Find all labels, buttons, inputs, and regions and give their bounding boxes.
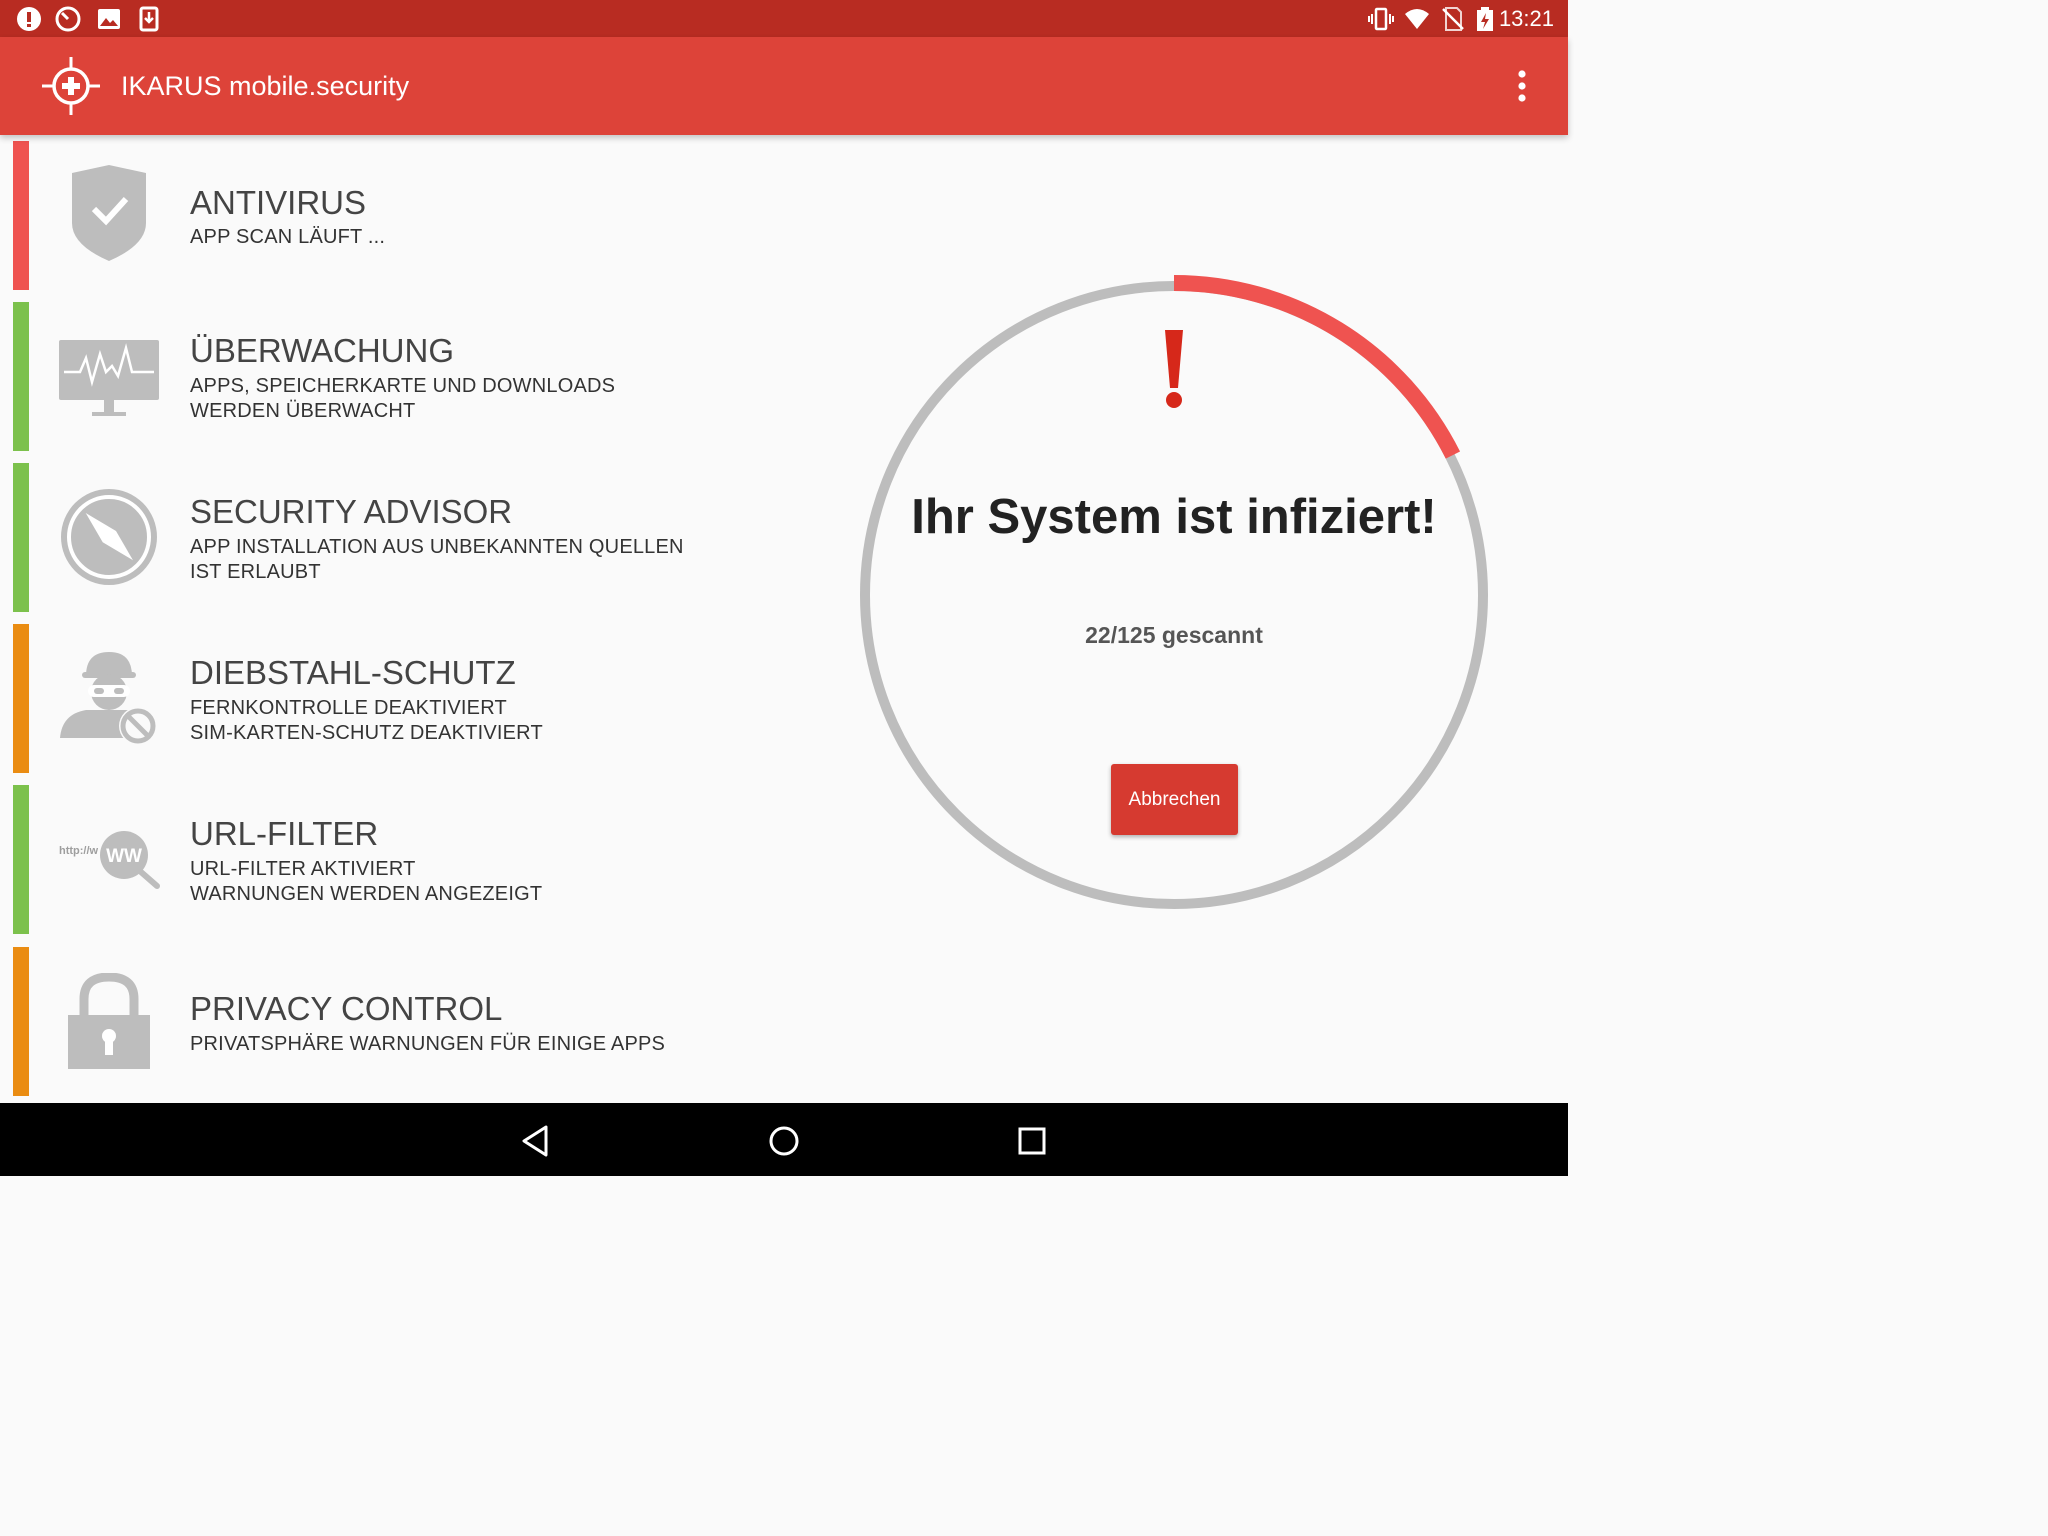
url-bubble-text: WW: [106, 846, 142, 867]
module-title: ANTIVIRUS: [190, 184, 367, 221]
url-search-icon: http://w WW: [59, 831, 160, 889]
padlock-icon: [68, 973, 150, 1069]
module-status-line: WERDEN ÜBERWACHT: [190, 400, 416, 422]
module-title: ÜBERWACHUNG: [190, 332, 455, 369]
module-title: URL-FILTER: [190, 815, 379, 852]
module-status-line: FERNKONTROLLE DEAKTIVIERT: [190, 697, 507, 719]
navigation-bar: [0, 1103, 1568, 1176]
module-privacy-control[interactable]: PRIVACY CONTROL PRIVATSPHÄRE WARNUNGEN F…: [0, 947, 820, 1096]
battery-charging-icon: [1477, 7, 1493, 31]
module-status-line: APPS, SPEICHERKARTE UND DOWNLOADS: [190, 375, 616, 397]
status-bar-indicator: [13, 302, 29, 451]
status-bar-indicator: [13, 785, 29, 934]
image-icon: [98, 9, 120, 29]
module-security-advisor[interactable]: SECURITY ADVISOR APP INSTALLATION AUS UN…: [0, 463, 820, 612]
recents-icon[interactable]: [1010, 1119, 1054, 1163]
ikarus-logo-icon: [42, 57, 100, 115]
shield-check-icon: [72, 165, 146, 261]
alert-icon: [17, 7, 41, 31]
status-bar-indicator: [13, 141, 29, 290]
module-status-line: PRIVATSPHÄRE WARNUNGEN FÜR EINIGE APPS: [190, 1033, 666, 1055]
download-icon: [139, 6, 159, 32]
clock-icon: [55, 6, 81, 32]
app-bar: IKARUS mobile.security: [0, 37, 1568, 135]
module-status-line: APP SCAN LÄUFT ...: [190, 226, 386, 248]
module-status-line: URL-FILTER AKTIVIERT: [190, 858, 416, 880]
module-title: DIEBSTAHL-SCHUTZ: [190, 654, 516, 691]
wifi-icon: [1405, 9, 1429, 29]
module-title: SECURITY ADVISOR: [190, 493, 513, 530]
infection-headline: Ihr System ist infiziert!: [911, 490, 1437, 544]
cancel-button[interactable]: Abbrechen: [1111, 764, 1238, 835]
status-bar-indicator: [13, 947, 29, 1096]
module-status-line: SIM-KARTEN-SCHUTZ DEAKTIVIERT: [190, 722, 543, 744]
no-sim-icon: [1442, 7, 1464, 31]
url-prefix-text: http://w: [59, 845, 99, 857]
module-status-line: APP INSTALLATION AUS UNBEKANNTEN QUELLEN: [190, 536, 684, 558]
module-status-line: IST ERLAUBT: [190, 561, 321, 583]
module-antivirus[interactable]: ANTIVIRUS APP SCAN LÄUFT ...: [0, 141, 820, 290]
monitor-pulse-icon: [59, 340, 159, 416]
module-diebstahl-schutz[interactable]: DIEBSTAHL-SCHUTZ FERNKONTROLLE DEAKTIVIE…: [0, 624, 820, 773]
thief-blocked-icon: [60, 652, 157, 745]
clock-time: 13:21: [1498, 6, 1554, 31]
compass-icon: [61, 489, 157, 585]
module-title: PRIVACY CONTROL: [190, 990, 503, 1027]
module-status-line: WARNUNGEN WERDEN ANGEZEIGT: [190, 883, 543, 905]
more-vert-icon[interactable]: [1504, 67, 1540, 107]
module-url-filter[interactable]: http://w WW URL-FILTER URL-FILTER AKTIVI…: [0, 785, 820, 934]
status-bar-indicator: [13, 463, 29, 612]
vibrate-icon: [1368, 7, 1394, 31]
back-icon[interactable]: [514, 1119, 558, 1163]
status-bar: 13:21: [0, 0, 1568, 37]
app-title: IKARUS mobile.security: [121, 71, 410, 101]
scan-progress-text: 22/125 gescannt: [1085, 622, 1263, 648]
home-icon[interactable]: [762, 1119, 806, 1163]
status-bar-indicator: [13, 624, 29, 773]
module-ueberwachung[interactable]: ÜBERWACHUNG APPS, SPEICHERKARTE UND DOWN…: [0, 302, 820, 451]
